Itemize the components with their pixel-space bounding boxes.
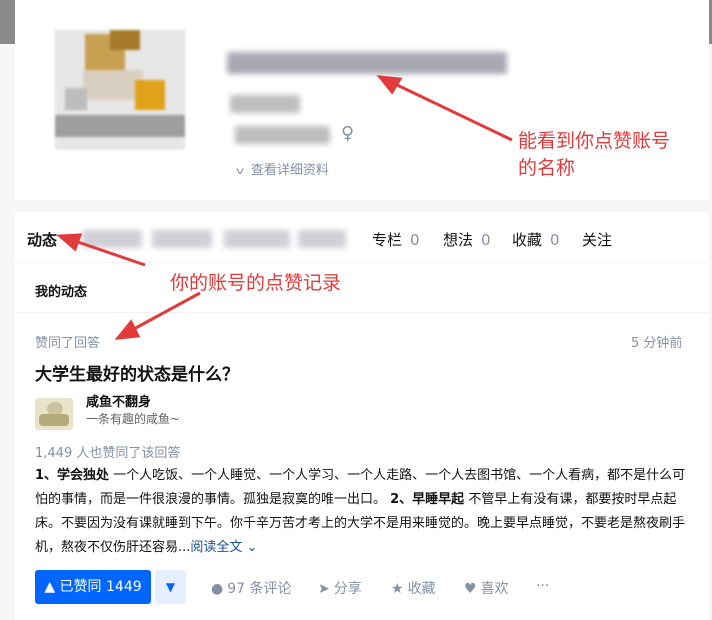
share-icon: ➤	[318, 581, 330, 597]
like-button[interactable]: ♥ 喜欢	[464, 578, 509, 598]
tab-blurred	[298, 230, 346, 248]
read-more-link[interactable]: 阅读全文 ⌄	[190, 540, 257, 555]
comment-button[interactable]: ● 97 条评论	[211, 578, 291, 598]
annotation-account-name: 能看到你点赞账号 的名称	[518, 130, 671, 179]
more-button[interactable]: ···	[536, 578, 549, 594]
tab-columns[interactable]: 专栏 0	[372, 229, 420, 250]
activity-type: 赞同了回答	[35, 336, 101, 351]
tab-blurred	[152, 230, 212, 248]
account-name-blurred	[227, 52, 507, 74]
tab-thoughts[interactable]: 想法 0	[443, 229, 491, 250]
share-button[interactable]: ➤ 分享	[318, 578, 362, 598]
activity-time: 5 分钟前	[631, 336, 683, 351]
tab-collections[interactable]: 收藏 0	[512, 229, 560, 250]
author-bio: 一条有趣的咸鱼~	[86, 412, 181, 426]
account-info-blurred	[235, 126, 330, 144]
chevron-down-icon: ⌄	[246, 540, 258, 555]
author-name[interactable]: 咸鱼不翻身	[86, 391, 151, 410]
tabs-divider	[15, 262, 709, 263]
account-info-blurred	[230, 95, 300, 113]
tab-following[interactable]: 关注	[582, 229, 612, 250]
star-icon: ★	[391, 581, 404, 597]
section-divider	[15, 312, 709, 313]
tab-blurred	[82, 230, 142, 248]
view-details-link[interactable]: v 查看详细资料	[235, 159, 329, 178]
tab-blurred	[224, 230, 290, 248]
question-title[interactable]: 大学生最好的状态是什么？	[35, 360, 239, 385]
upvote-info: 1,449 人也赞同了该回答	[35, 446, 181, 461]
female-icon: ♀	[341, 123, 355, 144]
tab-activity[interactable]: 动态	[27, 229, 57, 250]
upvote-button[interactable]: ▲ 已赞同 1449	[35, 570, 151, 604]
downvote-button[interactable]: ▼	[155, 570, 186, 604]
author-avatar[interactable]	[35, 398, 73, 430]
collect-button[interactable]: ★ 收藏	[391, 578, 436, 598]
answer-excerpt[interactable]: 1、学会独处 一个人吃饭、一个人睡觉、一个人学习、一个人走路、一个人去图书馆、一…	[35, 464, 695, 560]
section-title: 我的动态	[35, 285, 88, 300]
annotation-like-record: 你的账号的点赞记录	[170, 272, 342, 294]
chevron-down-icon: v	[235, 166, 245, 177]
avatar[interactable]	[55, 30, 185, 150]
heart-icon: ♥	[464, 581, 477, 597]
comment-icon: ●	[211, 581, 224, 597]
